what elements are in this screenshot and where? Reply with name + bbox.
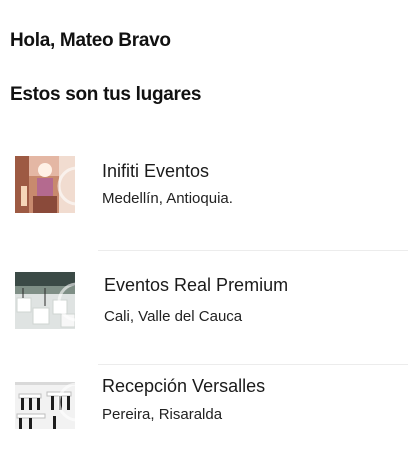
- venue-location: Cali, Valle del Cauca: [104, 308, 243, 325]
- venue-thumbnail: [15, 372, 75, 429]
- venue-location: Medellín, Antioquia.: [102, 190, 233, 207]
- venue-item-eventos-real-premium[interactable]: Eventos Real Premium Cali, Valle del Cau…: [0, 255, 408, 345]
- venue-thumbnail: [15, 156, 75, 213]
- divider: [98, 250, 408, 251]
- divider: [98, 364, 408, 365]
- venue-location: Pereira, Risaralda: [102, 406, 223, 423]
- venue-item-inifiti-eventos[interactable]: Inifiti Eventos Medellín, Antioquia.: [0, 140, 408, 230]
- venue-name: Recepción Versalles: [102, 376, 266, 396]
- venue-name: Eventos Real Premium: [104, 275, 289, 295]
- venue-thumbnail: [15, 272, 75, 329]
- venue-item-recepcion-versalles[interactable]: Recepción Versalles Pereira, Risaralda: [0, 370, 408, 460]
- greeting-title: Hola, Mateo Bravo: [10, 30, 171, 51]
- section-title: Estos son tus lugares: [10, 84, 202, 105]
- venue-name: Inifiti Eventos: [102, 161, 210, 181]
